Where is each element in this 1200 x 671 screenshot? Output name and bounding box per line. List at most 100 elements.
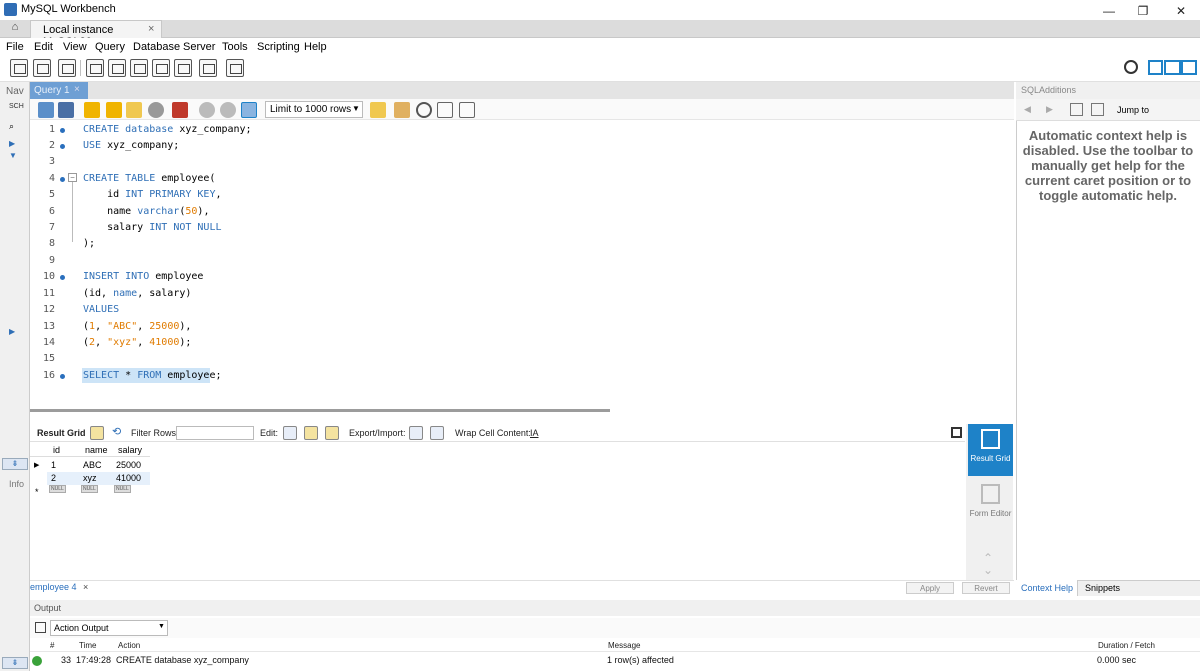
code-token: xyz_company; xyxy=(173,124,252,135)
info-tab[interactable]: Info xyxy=(9,479,24,489)
back-icon[interactable]: ◀ xyxy=(1024,104,1031,115)
grid-cell[interactable]: 1 xyxy=(48,459,56,472)
menu-view[interactable]: View xyxy=(63,41,87,53)
menu-file[interactable]: File xyxy=(6,41,24,53)
explain-icon[interactable] xyxy=(126,102,142,118)
context-help-tab[interactable]: Context Help xyxy=(1021,583,1073,593)
rollback-icon[interactable] xyxy=(220,102,236,118)
inspector-icon[interactable] xyxy=(58,59,76,77)
revert-button[interactable]: Revert xyxy=(962,582,1010,594)
fold-toggle-icon[interactable]: − xyxy=(68,173,77,182)
connection-tab[interactable]: Local instance MySQL80 × xyxy=(30,20,162,48)
expand-arrow-icon[interactable]: ▶ xyxy=(9,327,15,336)
column-header[interactable]: id xyxy=(50,444,60,457)
result-tab[interactable]: employee 4 × xyxy=(30,582,88,592)
autocommit-icon[interactable] xyxy=(241,102,257,118)
new-sql-tab-icon[interactable] xyxy=(10,59,28,77)
manual-help-icon[interactable] xyxy=(1070,103,1083,116)
snippets-tab[interactable]: Snippets xyxy=(1085,583,1120,593)
toggle-error-icon[interactable] xyxy=(172,102,188,118)
navigator-scroll-button[interactable]: ⇟ xyxy=(2,458,28,470)
grid-cell[interactable]: ABC xyxy=(80,459,102,472)
menu-query[interactable]: Query xyxy=(95,41,125,53)
execute-icon[interactable] xyxy=(84,102,100,118)
result-tab-close-icon[interactable]: × xyxy=(83,582,88,592)
sql-editor[interactable] xyxy=(30,120,1014,410)
auto-help-icon[interactable] xyxy=(1091,103,1104,116)
edit-row-icon[interactable] xyxy=(283,426,297,440)
toggle-sidebar-icon[interactable] xyxy=(1181,60,1197,75)
commit-icon[interactable] xyxy=(199,102,215,118)
reconnect-icon[interactable] xyxy=(226,59,244,77)
grid-cell[interactable]: xyz xyxy=(80,472,97,485)
settings-gear-icon[interactable] xyxy=(1124,60,1138,74)
stop-icon[interactable] xyxy=(148,102,164,118)
toggle-panel-icon[interactable] xyxy=(951,427,962,438)
menu-database[interactable]: Database xyxy=(133,41,180,53)
menu-scripting[interactable]: Scripting xyxy=(257,41,300,53)
forward-icon[interactable]: ▶ xyxy=(1046,104,1053,115)
create-function-icon[interactable] xyxy=(174,59,192,77)
create-schema-icon[interactable] xyxy=(86,59,104,77)
filter-rows-input[interactable] xyxy=(176,426,254,440)
output-row-action[interactable]: CREATE database xyz_company xyxy=(116,655,249,665)
execute-statement-icon[interactable] xyxy=(106,102,122,118)
null-cell[interactable]: NULL xyxy=(49,485,66,493)
create-table-icon[interactable] xyxy=(108,59,126,77)
import-icon[interactable] xyxy=(430,426,444,440)
home-icon[interactable]: ⌂ xyxy=(3,21,27,37)
save-icon[interactable] xyxy=(58,102,74,118)
column-header[interactable]: name xyxy=(82,444,108,457)
grid-icon[interactable] xyxy=(90,426,104,440)
wrap-lines-icon[interactable] xyxy=(459,102,475,118)
create-view-icon[interactable] xyxy=(130,59,148,77)
find-icon[interactable] xyxy=(416,102,432,118)
delete-row-icon[interactable] xyxy=(325,426,339,440)
beautify-icon[interactable] xyxy=(394,102,410,118)
toggle-output-icon[interactable] xyxy=(1164,60,1181,75)
form-editor-view-button[interactable]: Form Editor xyxy=(968,479,1013,531)
insert-row-icon[interactable] xyxy=(304,426,318,440)
connection-tab-close-icon[interactable]: × xyxy=(148,23,154,35)
menu-tools[interactable]: Tools xyxy=(222,41,248,53)
refresh-icon[interactable]: ⟲ xyxy=(112,426,126,440)
grid-cell[interactable]: 2 xyxy=(48,472,56,485)
query-tab-close-icon[interactable]: × xyxy=(74,84,80,95)
invisible-chars-icon[interactable] xyxy=(437,102,453,118)
apply-button[interactable]: Apply xyxy=(906,582,954,594)
close-button[interactable]: ✕ xyxy=(1164,0,1198,20)
result-grid-view-button[interactable]: Result Grid xyxy=(968,424,1013,476)
scroll-chevron-icon[interactable]: ⌃ ⌄ xyxy=(983,552,993,576)
null-cell[interactable]: NULL xyxy=(81,485,98,493)
menu-server[interactable]: Server xyxy=(183,41,215,53)
query-tab[interactable]: Query 1 × xyxy=(30,82,88,99)
jump-to-label[interactable]: Jump to xyxy=(1117,105,1149,115)
toggle-navigator-icon[interactable] xyxy=(1148,60,1163,75)
output-header: Output xyxy=(30,600,1200,616)
result-grid[interactable] xyxy=(30,443,965,580)
grid-cell[interactable]: 25000 xyxy=(113,459,141,472)
grid-cell[interactable]: 41000 xyxy=(113,472,141,485)
limit-rows-select[interactable]: Limit to 1000 rows ▼ xyxy=(265,101,363,118)
wrap-cell-icon[interactable]: IA xyxy=(530,428,539,438)
editor-horizontal-scrollbar[interactable] xyxy=(30,409,610,412)
expand-arrow-icon[interactable]: ▶ xyxy=(9,139,15,148)
copy-icon[interactable] xyxy=(35,622,46,633)
open-sql-script-icon[interactable] xyxy=(33,59,51,77)
maximize-button[interactable]: ❐ xyxy=(1126,0,1160,20)
add-snippet-icon[interactable] xyxy=(370,102,386,118)
search-icon[interactable]: ⌕ xyxy=(9,121,14,132)
minimize-button[interactable]: — xyxy=(1092,0,1126,20)
collapse-arrow-icon[interactable]: ▼ xyxy=(9,151,17,160)
menu-edit[interactable]: Edit xyxy=(34,41,53,53)
open-file-icon[interactable] xyxy=(38,102,54,118)
create-procedure-icon[interactable] xyxy=(152,59,170,77)
null-cell[interactable]: NULL xyxy=(114,485,131,493)
output-type-select[interactable]: Action Output ▼ xyxy=(50,620,168,636)
export-icon[interactable] xyxy=(409,426,423,440)
search-table-data-icon[interactable] xyxy=(199,59,217,77)
column-header[interactable]: salary xyxy=(115,444,142,457)
navigator-tab[interactable]: Nav xyxy=(0,83,29,99)
menu-help[interactable]: Help xyxy=(304,41,327,53)
navigator-scroll-button[interactable]: ⇟ xyxy=(2,657,28,669)
